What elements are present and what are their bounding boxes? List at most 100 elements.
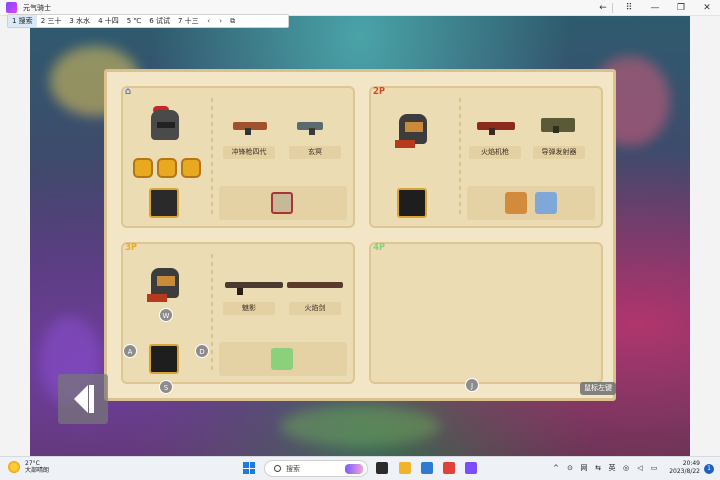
- weapon-body: [225, 282, 283, 288]
- minimize-button[interactable]: —: [642, 0, 668, 16]
- home-icon: ⌂: [125, 86, 132, 97]
- app-icon: [6, 2, 17, 13]
- weapon-label: 火焰剑: [289, 302, 341, 315]
- weapon-label: 冲锋枪四代: [223, 146, 275, 159]
- weapon-label: 魅影: [223, 302, 275, 315]
- tool-item-5[interactable]: 5 ℃: [123, 15, 146, 27]
- tray-app-icon[interactable]: ◎: [622, 464, 630, 472]
- player-1-slot[interactable]: ⌂ 冲锋枪四代 玄冥: [121, 86, 355, 228]
- weather-desc: 大部晴朗: [25, 467, 50, 474]
- prev-page-icon[interactable]: ‹: [203, 17, 215, 25]
- knight-visor: [157, 122, 175, 128]
- key-hint-up: W: [159, 308, 173, 322]
- search-placeholder: 搜索: [286, 464, 300, 473]
- slot-divider: [211, 98, 213, 216]
- clock-time: 20:49: [682, 460, 700, 467]
- fire-skill-icon[interactable]: [505, 192, 527, 214]
- flame-sword-weapon-icon[interactable]: [285, 276, 345, 296]
- weapon-body: [477, 122, 515, 130]
- search-highlight-icon: [345, 464, 363, 474]
- tray-expand-icon[interactable]: ^: [552, 464, 560, 472]
- tray-app-icon[interactable]: 网: [580, 463, 588, 473]
- skill-box: [219, 342, 347, 376]
- clock-date: 2023/8/22: [669, 468, 700, 475]
- popout-icon[interactable]: ⧉: [227, 17, 239, 26]
- phantom-rifle-weapon-icon[interactable]: [223, 276, 285, 296]
- next-page-icon[interactable]: ›: [215, 17, 227, 25]
- system-tray: ^ ⊙ 网 ⇆ 英 ◎ ◁ ▭: [552, 463, 658, 473]
- window-title: 元气骑士: [23, 3, 51, 12]
- maximize-button[interactable]: ❐: [668, 0, 694, 16]
- grid-icon[interactable]: ⠿: [616, 0, 642, 16]
- weather-text: 27°C 大部晴朗: [25, 460, 49, 474]
- battery-icon[interactable]: ▭: [650, 464, 658, 472]
- face-mask: [405, 122, 423, 132]
- scarf: [395, 140, 415, 148]
- key-hint-join: J: [465, 378, 479, 392]
- ice-skill-icon[interactable]: [535, 192, 557, 214]
- buff-badge-icon: [181, 158, 201, 178]
- tool-item-3[interactable]: 3 水水: [65, 15, 94, 27]
- weapon-grip: [489, 128, 495, 135]
- clock[interactable]: 20:49 2023/8/22: [669, 460, 700, 476]
- close-button[interactable]: ✕: [694, 0, 720, 16]
- tool-strip: 1 搜索 2 三十 3 水水 4 十四 5 ℃ 6 试试 7 十三 ‹ › ⧉: [7, 14, 289, 28]
- skill-box: [467, 186, 595, 220]
- key-hint-down: S: [159, 380, 173, 394]
- assassin-character: [393, 110, 433, 154]
- team-select-panel: ⌂ 冲锋枪四代 玄冥 2P 火焰机枪 导弹发射器 3P W A D S 魅影 火…: [104, 69, 616, 401]
- file-explorer-icon[interactable]: [399, 462, 411, 474]
- player-2-slot[interactable]: 2P 火焰机枪 导弹发射器: [369, 86, 603, 228]
- player-3-slot[interactable]: 3P W A D S 魅影 火焰剑: [121, 242, 355, 394]
- assassin-character: [145, 264, 185, 308]
- search-icon: [274, 465, 281, 472]
- sub-weapon-icon[interactable]: [149, 344, 179, 374]
- sub-weapon-icon[interactable]: [397, 188, 427, 218]
- volume-icon[interactable]: ◁: [636, 464, 644, 472]
- weapon-grip: [237, 288, 243, 295]
- skill-box: [219, 186, 347, 220]
- slot-divider: [459, 98, 461, 216]
- player-4-slot[interactable]: 4P J: [369, 242, 603, 392]
- notification-badge[interactable]: 1: [704, 464, 714, 474]
- game-app-icon[interactable]: [465, 462, 477, 474]
- buff-badge-icon: [157, 158, 177, 178]
- tool-item-4[interactable]: 4 十四: [94, 15, 123, 27]
- heal-skill-icon[interactable]: [271, 348, 293, 370]
- back-button[interactable]: [58, 374, 108, 424]
- tool-item-2[interactable]: 2 三十: [37, 15, 66, 27]
- store-icon[interactable]: [421, 462, 433, 474]
- tray-app-icon[interactable]: ⊙: [566, 464, 574, 472]
- weather-widget[interactable]: 27°C 大部晴朗: [8, 460, 49, 474]
- windows-start-icon[interactable]: [243, 462, 255, 474]
- weapon-grip: [245, 128, 251, 135]
- sun-icon: [8, 461, 20, 473]
- taskbar: 27°C 大部晴朗 搜索 ^ ⊙ 网 ⇆ 英 ◎ ◁ ▭ 20:49 2023/…: [0, 456, 720, 480]
- tray-app-icon[interactable]: ⇆: [594, 464, 602, 472]
- smg-weapon-icon[interactable]: [231, 116, 271, 136]
- back-arrow-icon[interactable]: ←: [590, 0, 616, 16]
- window-controls: ← ⠿ — ❐ ✕: [590, 0, 720, 16]
- back-arrow-icon: [74, 385, 88, 413]
- face-mask: [157, 276, 175, 286]
- weapon-grip: [309, 128, 315, 135]
- input-method-icon[interactable]: 英: [608, 463, 616, 473]
- knight-character: [145, 106, 185, 150]
- flame-gun-weapon-icon[interactable]: [475, 116, 515, 136]
- slot-divider: [211, 254, 213, 372]
- taskbar-search[interactable]: 搜索: [264, 460, 368, 477]
- tool-item-7[interactable]: 7 十三: [174, 15, 203, 27]
- pet-avatar-icon[interactable]: [149, 188, 179, 218]
- shield-skill-icon[interactable]: [271, 192, 293, 214]
- weapon-label: 导弹发射器: [533, 146, 585, 159]
- task-view-icon[interactable]: [376, 462, 388, 474]
- back-bar: [89, 385, 94, 413]
- tool-item-1[interactable]: 1 搜索: [8, 15, 37, 27]
- temperature: 27°C: [25, 460, 40, 467]
- missile-launcher-weapon-icon[interactable]: [539, 114, 579, 134]
- tool-item-6[interactable]: 6 试试: [145, 15, 174, 27]
- pistol-weapon-icon[interactable]: [295, 116, 335, 136]
- key-hint-left: A: [123, 344, 137, 358]
- app-red-icon[interactable]: [443, 462, 455, 474]
- player-4-tag: 4P: [373, 242, 386, 253]
